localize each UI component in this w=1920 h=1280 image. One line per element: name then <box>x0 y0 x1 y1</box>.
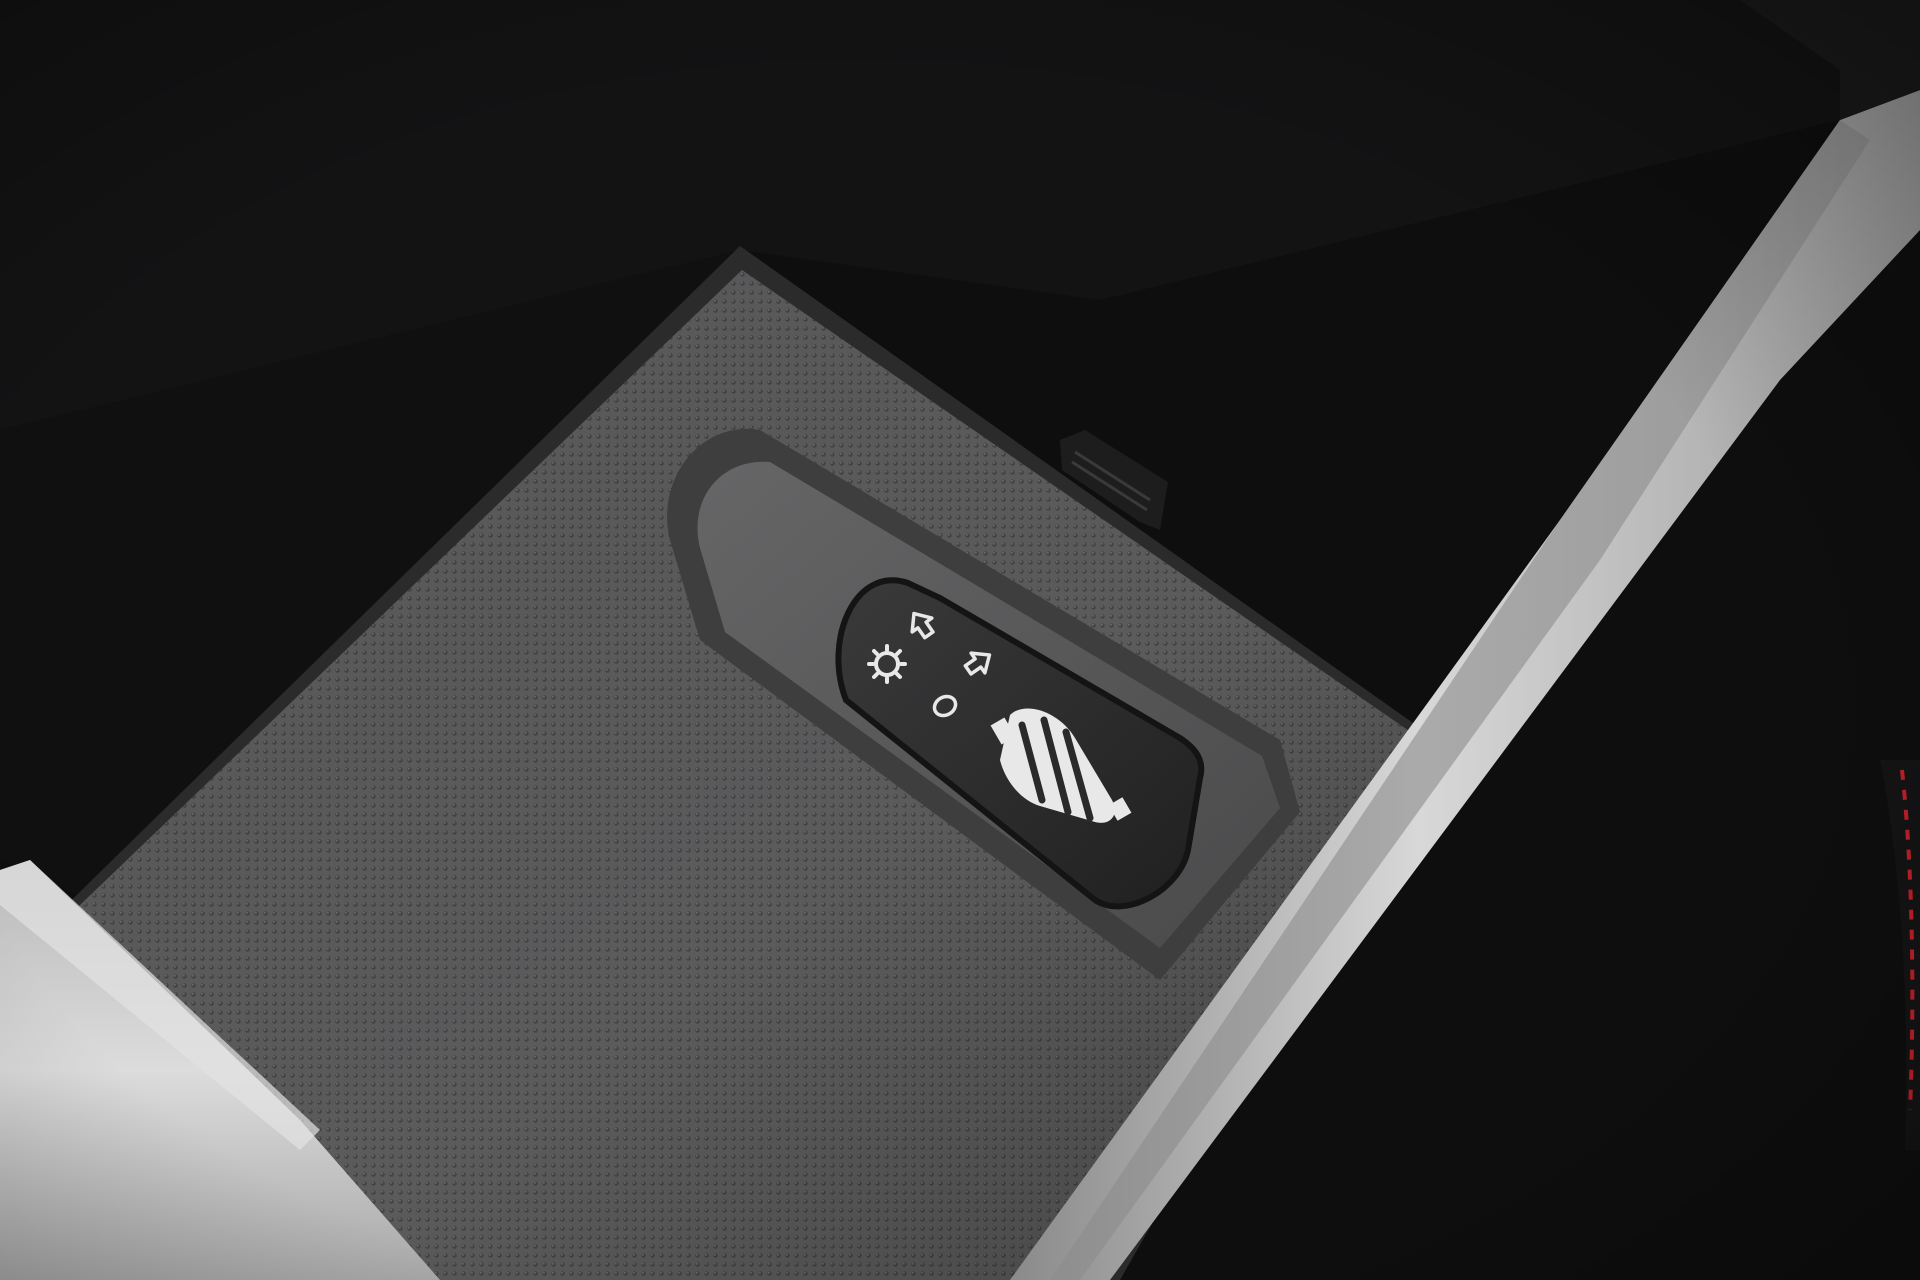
console-photo-scene <box>0 0 1920 1280</box>
vignette-overlay <box>0 0 1920 1280</box>
